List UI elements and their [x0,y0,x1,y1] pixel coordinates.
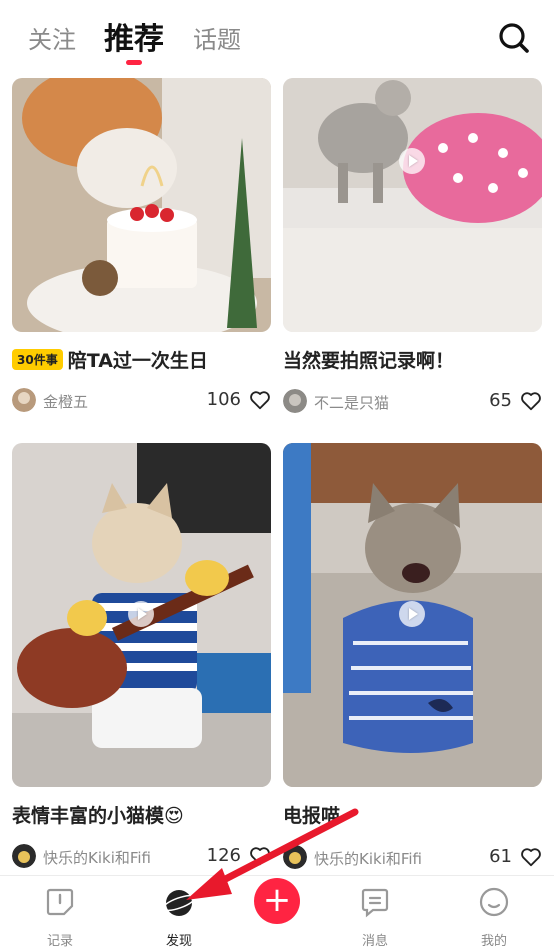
nav-messages[interactable]: 消息 [335,876,415,949]
avatar[interactable] [12,388,36,412]
card-meta: 不二是只猫 65 [283,389,542,413]
top-tab-bar: 关注 推荐 话题 [0,0,554,78]
card-meta: 快乐的Kiki和Fifi 61 [283,845,542,869]
card-title: 当然要拍照记录啊！ [283,350,455,372]
avatar[interactable] [283,845,307,869]
tab-recommend[interactable]: 推荐 [104,14,164,58]
nav-profile[interactable]: 我的 [454,876,534,949]
card-title-row: 30件事 陪TA过一次生日 [12,346,208,373]
heart-icon[interactable] [520,390,542,412]
like-count: 65 [489,390,512,411]
message-icon [361,888,389,918]
author-name[interactable]: 金橙五 [43,391,88,412]
search-icon[interactable] [498,22,530,54]
author-name[interactable]: 快乐的Kiki和Fifi [314,848,422,869]
nav-discover-label: 发现 [165,934,192,949]
heart-icon[interactable] [249,845,271,867]
add-post-button[interactable]: + [254,878,300,924]
video-play-icon [128,601,154,627]
discover-icon [163,890,195,916]
cover-cat-pink-tunnel [283,78,542,332]
author-name[interactable]: 不二是只猫 [314,392,389,413]
profile-icon [479,887,509,917]
like-count: 106 [206,389,241,410]
avatar[interactable] [12,844,36,868]
tab-topics[interactable]: 话题 [193,20,241,55]
nav-discover[interactable]: 发现 [139,876,219,949]
card-title: 表情丰富的小猫模😍 [12,805,184,827]
heart-icon[interactable] [520,846,542,868]
event-badge: 30件事 [12,349,63,370]
cover-birthday-cake-cat [12,78,271,332]
card-meta: 金橙五 106 [12,388,271,412]
author-name[interactable]: 快乐的Kiki和Fifi [43,847,151,868]
heart-icon[interactable] [249,389,271,411]
record-icon [46,888,74,916]
card-meta: 快乐的Kiki和Fifi 126 [12,844,271,868]
like-count: 126 [206,845,241,866]
nav-record[interactable]: 记录 [20,876,100,949]
card-title: 陪TA过一次生日 [67,350,208,372]
nav-record-label: 记录 [46,934,73,949]
avatar[interactable] [283,389,307,413]
active-tab-indicator [126,60,142,65]
nav-profile-label: 我的 [480,934,507,949]
like-count: 61 [489,846,512,867]
tab-follow[interactable]: 关注 [28,20,76,55]
bottom-nav-bar: 记录 发现 + 消息 我的 [0,875,554,949]
video-play-icon [399,601,425,627]
video-play-icon [399,148,425,174]
card-title: 电报喵 [283,805,341,827]
nav-messages-label: 消息 [361,934,388,949]
